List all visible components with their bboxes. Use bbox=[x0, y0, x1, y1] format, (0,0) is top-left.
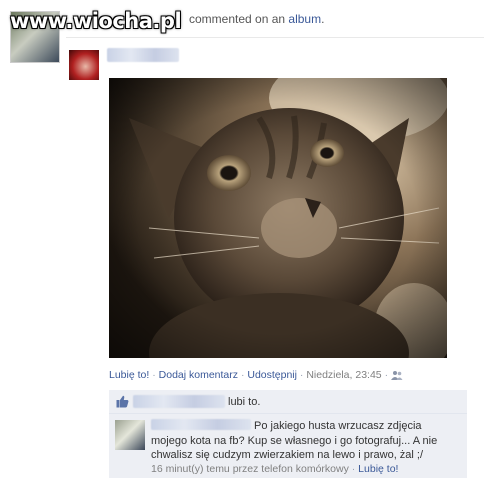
comment-body: Po jakiego husta wrzucasz zdjęcia mojego… bbox=[151, 419, 457, 463]
kitten-image bbox=[109, 78, 447, 358]
story-header: www.wiocha.pl commented on an album. bbox=[0, 0, 484, 63]
comment-meta: 16 minut(y) temu przez telefon komórkowy… bbox=[151, 463, 398, 475]
album-photo[interactable] bbox=[109, 78, 447, 358]
commenter-name-redacted[interactable] bbox=[151, 419, 251, 430]
liker-name-redacted[interactable] bbox=[133, 395, 225, 408]
separator: · bbox=[152, 369, 156, 381]
comment: Po jakiego husta wrzucasz zdjęcia mojego… bbox=[109, 414, 467, 478]
story-line: commented on an album. bbox=[189, 12, 324, 26]
comment-like-link[interactable]: Lubię to! bbox=[358, 463, 398, 475]
separator: · bbox=[299, 369, 304, 381]
audience-icon[interactable] bbox=[390, 370, 403, 381]
separator: · bbox=[384, 369, 389, 381]
owner-avatar[interactable] bbox=[69, 50, 99, 80]
likes-bar: lubi to. bbox=[109, 390, 467, 414]
header-divider bbox=[66, 37, 484, 38]
thumbs-up-icon bbox=[116, 395, 129, 411]
share-link[interactable]: Udostępnij bbox=[247, 369, 297, 381]
story-action: commented on an bbox=[189, 12, 286, 26]
album-link[interactable]: album bbox=[288, 12, 321, 26]
watermark: www.wiocha.pl bbox=[10, 9, 182, 33]
likes-text: lubi to. bbox=[228, 396, 261, 408]
timestamp[interactable]: Niedziela, 23:45 bbox=[306, 369, 381, 381]
owner-name-redacted[interactable] bbox=[107, 48, 179, 62]
action-bar: Lubię to! · Dodaj komentarz · Udostępnij… bbox=[109, 369, 403, 381]
comment-time: 16 minut(y) temu przez telefon komórkowy bbox=[151, 463, 349, 475]
separator: · bbox=[240, 369, 245, 381]
add-comment-link[interactable]: Dodaj komentarz bbox=[159, 369, 238, 381]
like-link[interactable]: Lubię to! bbox=[109, 369, 149, 381]
story-suffix: . bbox=[321, 12, 325, 26]
separator: · bbox=[351, 463, 356, 475]
commenter-avatar[interactable] bbox=[115, 420, 145, 450]
